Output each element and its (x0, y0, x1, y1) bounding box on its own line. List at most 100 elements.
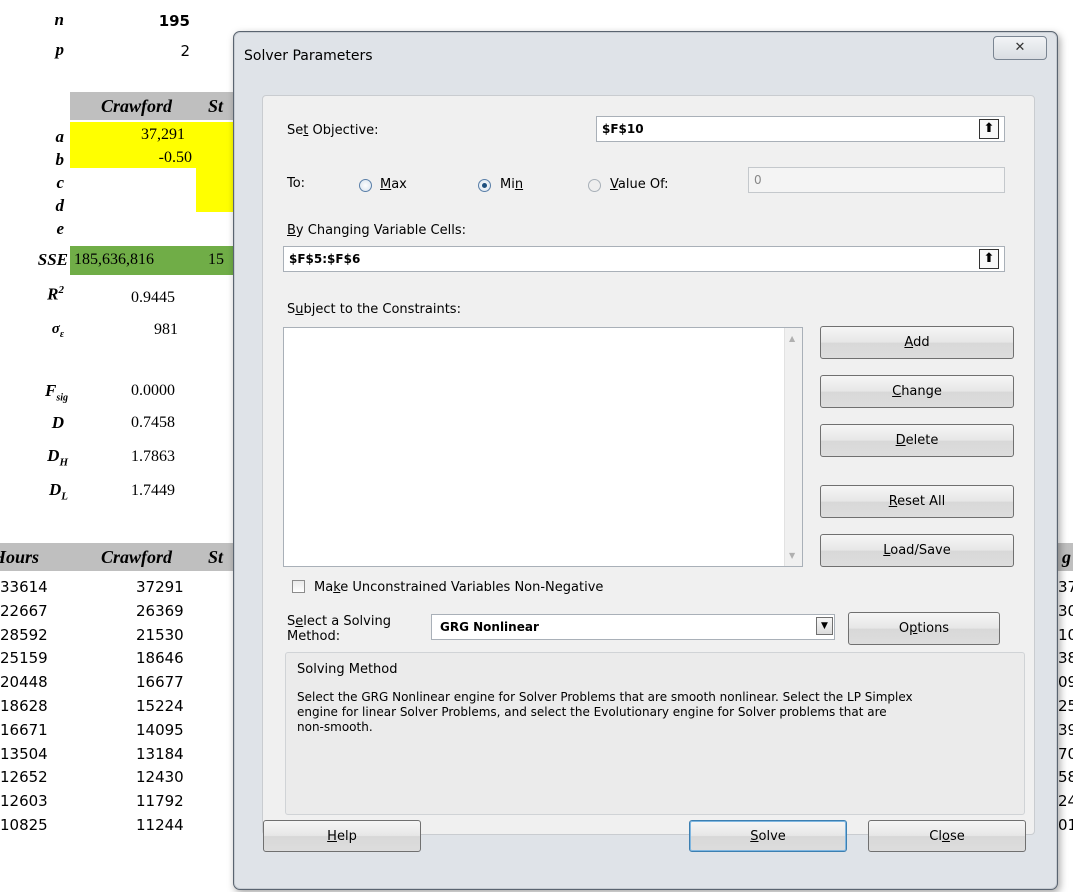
cell-hours[interactable]: 13504 (0, 745, 48, 763)
delete-button[interactable]: Delete (820, 424, 1014, 457)
collapse-dialog-icon: ⬆ (983, 121, 995, 136)
changing-cells-label: By Changing Variable Cells: (287, 223, 466, 238)
cell-crawford[interactable]: 11244 (136, 816, 184, 834)
cell-crawford[interactable]: 12430 (136, 768, 184, 786)
close-button[interactable]: Close (868, 820, 1026, 852)
cell-right-partial[interactable]: 70 (1058, 745, 1073, 763)
cell-hours[interactable]: 12652 (0, 768, 48, 786)
stat-label-dl: DL (48, 480, 68, 503)
stat-value-sigma[interactable]: 981 (120, 321, 178, 339)
changing-cells-ref-button[interactable]: ⬆ (979, 249, 999, 269)
cell-right-partial[interactable]: 39 (1058, 721, 1073, 739)
cell-hours[interactable]: 18628 (0, 697, 48, 715)
nonneg-label[interactable]: Make Unconstrained Variables Non-Negativ… (314, 580, 603, 595)
cell-hours[interactable]: 16671 (0, 721, 48, 739)
cell-right-partial[interactable]: 30 (1058, 602, 1073, 620)
cell-hours[interactable]: 12603 (0, 792, 48, 810)
cell-crawford[interactable]: 14095 (136, 721, 184, 739)
param-header-crawford: Crawford (101, 96, 173, 116)
scroll-down-icon[interactable]: ▼ (789, 551, 795, 560)
solver-parameters-dialog: Solver Parameters ✕ Set Objective: $F$10… (233, 31, 1058, 890)
cell-hours[interactable]: 33614 (0, 578, 48, 596)
radio-max[interactable] (359, 179, 372, 192)
cell-crawford[interactable]: 15224 (136, 697, 184, 715)
solving-method-title: Solving Method (297, 662, 398, 677)
parameters-panel: Set Objective: $F$10 ⬆ To: Max Min Value… (262, 95, 1035, 835)
stat-value-d[interactable]: 0.7458 (120, 414, 175, 432)
cell-crawford[interactable]: 16677 (136, 673, 184, 691)
radio-value-of-label[interactable]: Value Of: (610, 177, 669, 192)
cell-right-partial[interactable]: 10 (1058, 626, 1073, 644)
radio-max-label[interactable]: Max (380, 177, 407, 192)
add-button[interactable]: Add (820, 326, 1014, 359)
cell-right-partial[interactable]: 58 (1058, 768, 1073, 786)
table-header-hours: Hours (0, 547, 40, 567)
options-button[interactable]: Options (848, 612, 1000, 645)
cell-right-partial[interactable]: 24 (1058, 792, 1073, 810)
value-of-input[interactable]: 0 (748, 167, 1005, 193)
cell-crawford[interactable]: 21530 (136, 626, 184, 644)
stat-value-r2[interactable]: 0.9445 (120, 289, 175, 307)
nonneg-checkbox[interactable] (292, 580, 305, 593)
cell-hours[interactable]: 20448 (0, 673, 48, 691)
cell-crawford[interactable]: 26369 (136, 602, 184, 620)
param-header-st: St (208, 96, 224, 116)
scroll-up-icon[interactable]: ▲ (789, 334, 795, 343)
solving-method-select[interactable]: GRG Nonlinear (431, 614, 835, 640)
sse-value[interactable]: 185,636,816 (74, 251, 154, 269)
objective-input[interactable]: $F$10 (596, 116, 1005, 142)
stat-label-fsig: Fsig (44, 381, 68, 404)
cell-crawford[interactable]: 13184 (136, 745, 184, 763)
constraints-scrollbar[interactable]: ▲ ▼ (784, 328, 802, 566)
cell-right-partial[interactable]: 38 (1058, 649, 1073, 667)
stat-label-sigma: σε (51, 321, 64, 340)
solving-method-description: Select the GRG Nonlinear engine for Solv… (297, 690, 913, 734)
param-value-b[interactable]: -0.50 (100, 149, 192, 167)
cell-hours[interactable]: 28592 (0, 626, 48, 644)
reset-all-button[interactable]: Reset All (820, 485, 1014, 518)
solving-method-panel: Solving Method Select the GRG Nonlinear … (285, 652, 1025, 815)
table-header-crawford: Crawford (101, 547, 173, 567)
cell-hours[interactable]: 10825 (0, 816, 48, 834)
cell-right-partial[interactable]: 01 (1058, 816, 1073, 834)
param-label-c: c (56, 173, 64, 192)
cell-hours[interactable]: 25159 (0, 649, 48, 667)
cell-crawford[interactable]: 11792 (136, 792, 184, 810)
cell-right-partial[interactable]: 37 (1058, 578, 1073, 596)
solving-method-label: Select a Solving Method: (287, 614, 391, 644)
chevron-down-icon[interactable]: ▼ (816, 617, 833, 635)
param-yellow-right (196, 122, 236, 212)
cell-right-partial[interactable]: 09 (1058, 673, 1073, 691)
cell-crawford[interactable]: 37291 (136, 578, 184, 596)
param-label-a: a (55, 127, 65, 146)
objective-ref-button[interactable]: ⬆ (979, 119, 999, 139)
n-value[interactable]: 195 (150, 12, 190, 30)
changing-cells-input[interactable]: $F$5:$F$6 (283, 246, 1005, 272)
help-button[interactable]: Help (263, 820, 421, 852)
radio-min[interactable] (478, 179, 491, 192)
cell-crawford[interactable]: 18646 (136, 649, 184, 667)
param-label-e: e (56, 219, 64, 238)
cell-right-partial[interactable]: 25 (1058, 697, 1073, 715)
load-save-button[interactable]: Load/Save (820, 534, 1014, 567)
close-icon: ✕ (1014, 40, 1026, 55)
stat-value-dh[interactable]: 1.7863 (120, 448, 175, 466)
solve-button[interactable]: Solve (689, 820, 847, 852)
radio-min-label[interactable]: Min (500, 177, 523, 192)
param-label-d: d (55, 196, 65, 215)
title-bar[interactable]: Solver Parameters ✕ (234, 32, 1057, 80)
p-value[interactable]: 2 (150, 42, 190, 60)
stat-value-dl[interactable]: 1.7449 (120, 482, 175, 500)
dialog-title: Solver Parameters (244, 48, 373, 64)
constraints-list[interactable]: ▲ ▼ (283, 327, 803, 567)
sse-partial: 15 (208, 251, 224, 268)
close-window-button[interactable]: ✕ (993, 36, 1047, 60)
cell-hours[interactable]: 22667 (0, 602, 48, 620)
param-value-a[interactable]: 37,291 (100, 126, 185, 144)
radio-value-of[interactable] (588, 179, 601, 192)
n-label: n (54, 10, 64, 29)
stat-value-fsig[interactable]: 0.0000 (120, 382, 175, 400)
param-label-b: b (55, 150, 65, 169)
sse-label: SSE (37, 250, 68, 269)
change-button[interactable]: Change (820, 375, 1014, 408)
